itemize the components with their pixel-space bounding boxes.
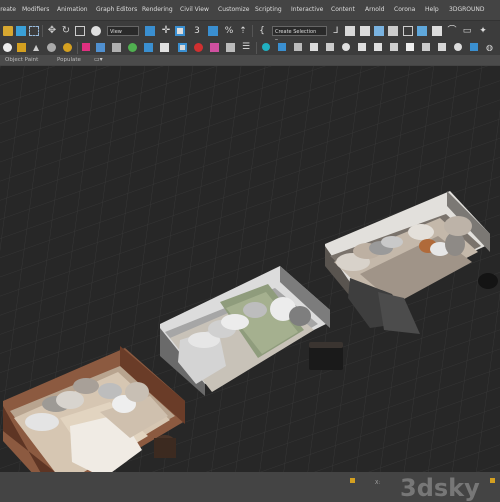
perspective-viewport[interactable]: [0, 66, 500, 472]
grid-icon[interactable]: [294, 43, 302, 51]
editable-poly-icon[interactable]: [178, 43, 187, 52]
box-icon[interactable]: [17, 43, 26, 52]
menu-corona[interactable]: Corona: [394, 0, 415, 20]
list-icon[interactable]: ☰: [242, 43, 252, 53]
select-region-icon[interactable]: [29, 26, 39, 36]
menu-rendering[interactable]: Rendering: [142, 0, 173, 20]
camera-icon[interactable]: [96, 43, 105, 52]
table-icon[interactable]: [310, 43, 318, 51]
named-selection-sets-dropdown[interactable]: Create Selection Se: [272, 26, 327, 41]
align-icon[interactable]: [345, 26, 355, 36]
pivot-icon[interactable]: [145, 26, 155, 36]
menu-arnold[interactable]: Arnold: [365, 0, 384, 20]
keyboard-shortcut-icon[interactable]: [175, 26, 185, 36]
compound-icon[interactable]: [144, 43, 153, 52]
mirror-icon[interactable]: ⅃: [331, 26, 341, 36]
record-icon[interactable]: [194, 43, 203, 52]
corona-sun-icon[interactable]: [454, 43, 462, 51]
xref-icon[interactable]: [278, 43, 286, 51]
corona-fur-icon[interactable]: [422, 43, 430, 51]
layer-explorer-icon[interactable]: [360, 26, 370, 36]
grid-view-icon[interactable]: [326, 43, 334, 51]
menu-scripting[interactable]: Scripting: [255, 0, 282, 20]
sun-icon[interactable]: [63, 43, 72, 52]
watermark: 3dsky: [400, 474, 480, 502]
render-production-icon[interactable]: ✦: [478, 26, 488, 36]
cone-icon[interactable]: ▲: [33, 43, 43, 53]
tab-populate[interactable]: Populate: [57, 55, 81, 65]
corona-material-icon[interactable]: [438, 43, 446, 51]
scale-icon[interactable]: [75, 26, 85, 36]
shapes-icon[interactable]: [160, 43, 169, 52]
corona-scatter-icon[interactable]: [406, 43, 414, 51]
ribbon-bar: Object Paint Populate ▭▾: [0, 55, 500, 65]
systems-icon[interactable]: [128, 43, 137, 52]
rendered-frame-window-icon[interactable]: ▭: [462, 26, 472, 36]
schematic-view-icon[interactable]: [417, 26, 427, 36]
lock-selection-icon[interactable]: [350, 478, 355, 483]
secondary-toolbar: ▲ ☰ ◍: [0, 40, 500, 55]
scene-explorer-icon[interactable]: [374, 26, 384, 36]
menu-modifiers[interactable]: Modifiers: [22, 0, 49, 20]
main-toolbar: ✥ ↻ View ✛ 3 % ⇡ { Create Selection Se ⅃…: [0, 20, 500, 41]
percent-snap-icon[interactable]: %: [224, 26, 234, 36]
light-icon[interactable]: [47, 43, 56, 52]
menu-create[interactable]: Create: [0, 0, 16, 20]
helper-icon[interactable]: [82, 43, 90, 51]
curve-editor-icon[interactable]: [403, 26, 413, 36]
menu-animation[interactable]: Animation: [57, 0, 88, 20]
render-setup-icon[interactable]: ⌒: [447, 26, 457, 36]
menu-3dground[interactable]: 3DGROUND: [449, 0, 484, 20]
menu-graph-editors[interactable]: Graph Editors: [96, 0, 137, 20]
rotate-icon[interactable]: ↻: [61, 26, 71, 36]
uvw-icon[interactable]: [226, 43, 235, 52]
link-icon[interactable]: [3, 26, 13, 36]
menu-help[interactable]: Help: [425, 0, 439, 20]
corona-icon[interactable]: [342, 43, 350, 51]
toggle-ribbon-icon[interactable]: [388, 26, 398, 36]
pin-icon[interactable]: [262, 43, 270, 51]
corona-proxy-icon[interactable]: [390, 43, 398, 51]
move-icon[interactable]: ✥: [47, 26, 57, 36]
edit-named-selection-icon[interactable]: {: [257, 26, 267, 36]
spacewarp-icon[interactable]: [112, 43, 121, 52]
tab-object-paint[interactable]: Object Paint: [5, 55, 38, 65]
corona-vfb-icon[interactable]: [470, 43, 478, 51]
sphere-icon[interactable]: [3, 43, 12, 52]
menu-customize[interactable]: Customize: [218, 0, 250, 20]
reference-coordinate-dropdown[interactable]: View: [107, 26, 139, 36]
corona-render-icon[interactable]: ◍: [486, 43, 496, 53]
select-place-icon[interactable]: [91, 26, 101, 36]
scene-render: [0, 66, 500, 472]
material-editor-icon[interactable]: [432, 26, 442, 36]
menu-bar: Create Modifiers Animation Graph Editors…: [0, 0, 500, 20]
unlink-icon[interactable]: [16, 26, 26, 36]
snap-3d-icon[interactable]: 3: [192, 26, 202, 36]
status-bar: X: 3dsky: [0, 472, 500, 502]
menu-content[interactable]: Content: [331, 0, 355, 20]
menu-civil-view[interactable]: Civil View: [180, 0, 209, 20]
key-mode-icon[interactable]: [490, 478, 495, 483]
angle-snap-icon[interactable]: [208, 26, 218, 36]
material-icon[interactable]: [210, 43, 219, 52]
coordinate-field-icon: X:: [375, 480, 381, 486]
menu-interactive[interactable]: Interactive: [291, 0, 323, 20]
spinner-snap-icon[interactable]: ⇡: [238, 26, 248, 36]
corona-light-icon[interactable]: [358, 43, 366, 51]
select-manipulate-icon[interactable]: ✛: [161, 26, 171, 36]
corona-camera-icon[interactable]: [374, 43, 382, 51]
ribbon-toggle-icon[interactable]: ▭▾: [94, 55, 103, 65]
